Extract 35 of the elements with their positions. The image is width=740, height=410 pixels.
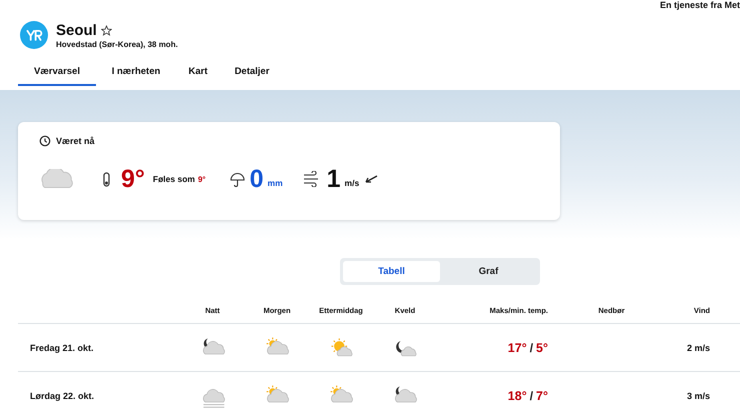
day-label: Fredag 21. okt.: [29, 342, 95, 352]
wind-unit: m/s: [344, 178, 360, 188]
feels-like-label: Føles som: [152, 174, 195, 184]
min-temperature: 7°: [536, 388, 548, 402]
cloud-icon: [39, 169, 75, 189]
precipitation-unit: mm: [268, 178, 283, 188]
clock-icon: [39, 135, 51, 147]
temperature-separator: /: [530, 340, 534, 354]
max-temperature: 17°: [508, 340, 527, 354]
location-title: Seoul: [56, 22, 97, 38]
wind-value: 1: [326, 166, 341, 192]
temperature-separator: /: [530, 388, 534, 402]
min-temperature: 5°: [536, 340, 548, 354]
precipitation-value: 0: [250, 166, 264, 192]
card-title-text: Været nå: [56, 136, 95, 146]
nav-tab[interactable]: Kart: [176, 66, 220, 86]
thermometer-icon: [102, 172, 111, 186]
nav-tab[interactable]: Værvarsel: [18, 66, 96, 86]
star-icon[interactable]: [100, 24, 112, 36]
wind-speed: 3 m/s: [686, 390, 710, 400]
umbrella-icon: [230, 172, 245, 186]
day-label: Lørdag 22. okt.: [29, 390, 96, 400]
wind-icon: [302, 171, 319, 187]
location-subtitle: Hovedstad (Sør-Korea), 38 moh.: [56, 40, 178, 48]
view-option[interactable]: Tabell: [343, 261, 440, 282]
wind-speed: 2 m/s: [686, 342, 710, 352]
arrow-icon: [364, 174, 378, 184]
nav-tab[interactable]: I nærheten: [96, 66, 176, 86]
temperature-value: 9°: [121, 166, 145, 192]
feels-like-value: 9°: [198, 174, 206, 184]
nav-tab[interactable]: Detaljer: [220, 66, 284, 86]
max-temperature: 18°: [508, 388, 527, 402]
service-text: En tjeneste fra Met: [660, 0, 740, 10]
view-option[interactable]: Graf: [440, 261, 537, 282]
logo-icon: [20, 21, 48, 49]
